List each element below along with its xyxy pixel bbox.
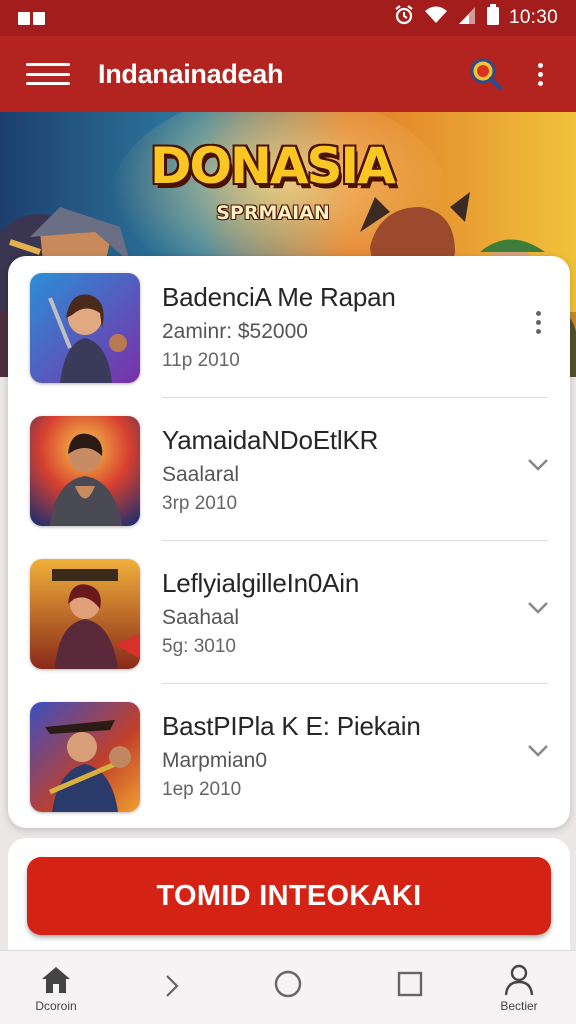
item-meta: 5g: 3010 [162, 636, 236, 657]
divider [162, 397, 548, 398]
battery-icon [486, 4, 500, 32]
banner-title: DONASIA [150, 137, 396, 195]
banner-subtitle: SPRMAIAN [216, 202, 330, 224]
status-time: 10:30 [508, 7, 558, 28]
chevron-down-icon [528, 745, 548, 757]
item-subtitle: Marpmian0 [162, 749, 268, 772]
item-meta: 3rp 2010 [162, 493, 238, 514]
item-meta: 1ep 2010 [162, 779, 242, 800]
notification-icons [18, 11, 45, 25]
menu-button[interactable] [26, 59, 70, 89]
divider [162, 540, 548, 541]
overflow-menu-button[interactable] [520, 54, 560, 94]
item-subtitle: 2aminr: $52000 [162, 320, 308, 343]
item-title: YamaidaNDoEtlKR [162, 425, 379, 455]
list-item[interactable]: BastPIPla K E: Piekain Marpmian0 1ep 201… [8, 685, 570, 827]
back-arrow-icon [166, 975, 179, 997]
home-icon [42, 967, 70, 993]
circle-home-icon [274, 970, 302, 998]
game-thumbnail [30, 559, 140, 669]
status-bar: 10:30 [0, 0, 576, 36]
expand-button[interactable] [520, 590, 556, 626]
primary-cta-button[interactable]: TOMID INTEOKAKI [27, 857, 551, 935]
alarm-icon [393, 4, 415, 32]
chevron-down-icon [528, 459, 548, 471]
item-title: LeflyialgilleIn0Ain [162, 568, 360, 598]
nav-recents[interactable] [365, 951, 455, 1024]
expand-button[interactable] [520, 447, 556, 483]
list-item[interactable]: YamaidaNDoEtlKR Saalaral 3rp 2010 [8, 399, 570, 541]
nav-profile-label: Bectier [500, 999, 538, 1013]
sim-icon [33, 11, 45, 25]
recents-square-icon [397, 971, 423, 997]
game-list: BadenciA Me Rapan 2aminr: $52000 11p 201… [8, 256, 570, 828]
item-more-button[interactable] [520, 304, 556, 340]
wifi-icon [424, 5, 448, 31]
app-bar: Indanainadeah [0, 36, 576, 112]
nav-profile[interactable]: Bectier [474, 951, 564, 1024]
list-item[interactable]: BadenciA Me Rapan 2aminr: $52000 11p 201… [8, 256, 570, 398]
more-vert-icon [535, 310, 541, 316]
app-title: Indanainadeah [98, 58, 284, 89]
game-thumbnail [30, 702, 140, 812]
search-button[interactable] [466, 54, 506, 94]
item-title: BastPIPla K E: Piekain [162, 711, 421, 741]
nav-home-label: Dcoroin [35, 999, 77, 1013]
game-thumbnail [30, 416, 140, 526]
item-subtitle: Saalaral [162, 463, 240, 486]
expand-button[interactable] [520, 733, 556, 769]
nav-home-circle[interactable] [243, 951, 333, 1024]
sim-icon [18, 11, 30, 25]
divider [162, 683, 548, 684]
menu-icon [26, 63, 70, 66]
item-title: BadenciA Me Rapan [162, 282, 396, 312]
more-vert-icon [537, 62, 543, 68]
search-icon [470, 58, 503, 91]
nav-back[interactable] [127, 951, 217, 1024]
signal-icon [457, 5, 477, 31]
nav-home[interactable]: Dcoroin [11, 951, 101, 1024]
game-thumbnail [30, 273, 140, 383]
item-subtitle: Saahaal [162, 606, 240, 629]
profile-icon [504, 964, 534, 996]
list-item[interactable]: LeflyialgilleIn0Ain Saahaal 5g: 3010 [8, 542, 570, 684]
item-meta: 11p 2010 [162, 350, 240, 371]
chevron-down-icon [528, 602, 548, 614]
bottom-navigation: Dcoroin Bectier [0, 950, 576, 1024]
cta-panel: TOMID INTEOKAKI [8, 838, 570, 950]
